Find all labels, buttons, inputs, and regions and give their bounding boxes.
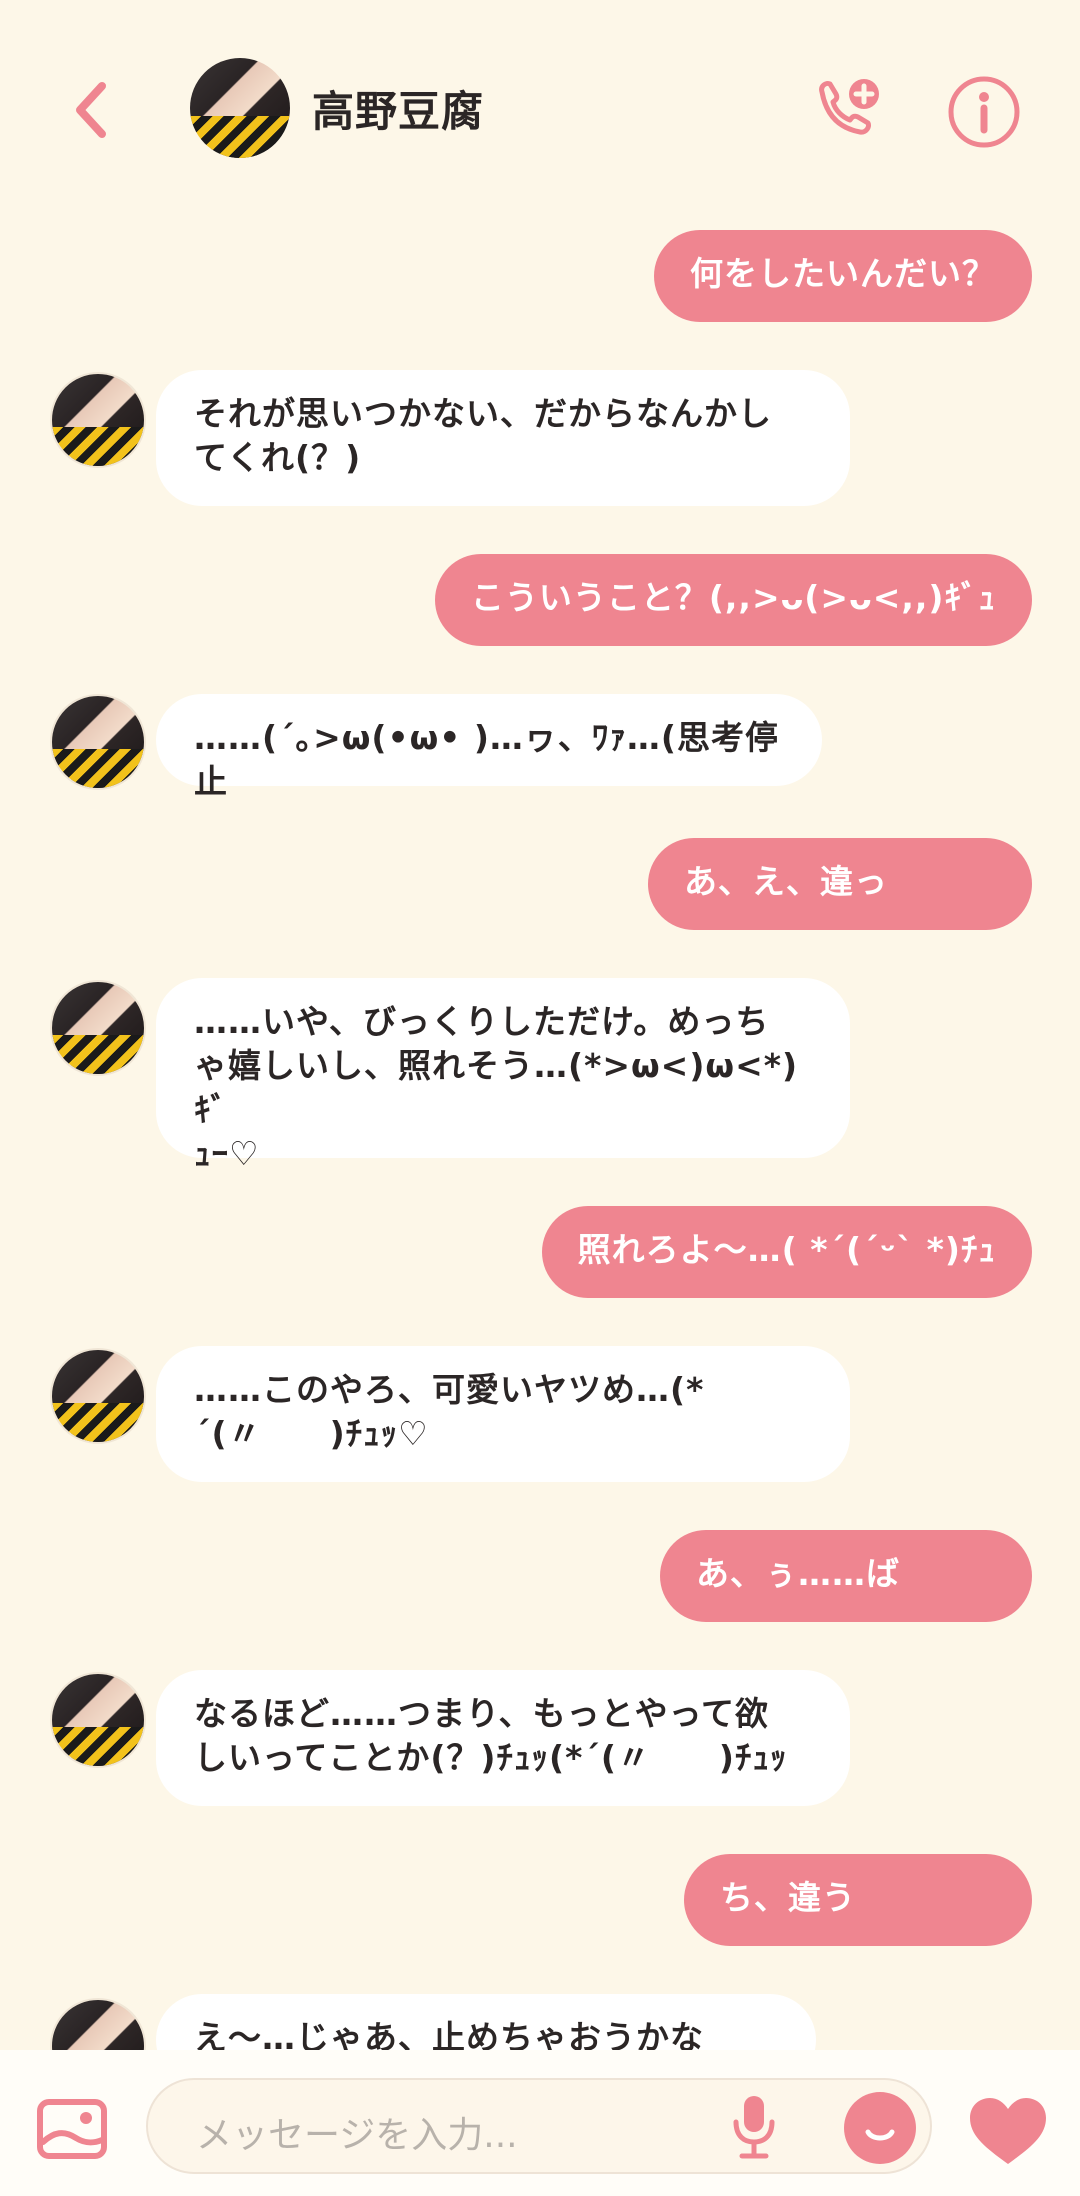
heart-icon[interactable] bbox=[966, 2094, 1050, 2168]
message-bubble-outgoing[interactable]: こういうこと？(,,>ᴗ(>ᴗ<,,)ｷﾞｭ bbox=[434, 554, 1032, 646]
message-bubble-incoming[interactable]: ……いや、びっくりしただけ。めっち ゃ嬉しいし、照れそう…(*>ω<)ω<*)ｷ… bbox=[156, 978, 850, 1173]
microphone-icon[interactable] bbox=[732, 2094, 776, 2160]
message-bubble-incoming[interactable]: ……このやろ、可愛いヤツめ…(* ´(〃 )ﾁｭｯ♡ bbox=[156, 1346, 850, 1482]
contact-avatar[interactable] bbox=[50, 372, 146, 468]
message-bubble-outgoing[interactable]: あ、ぅ……ば bbox=[660, 1530, 1032, 1622]
message-input[interactable]: メッセージを入力... bbox=[146, 2078, 932, 2174]
message-bubble-outgoing[interactable]: 照れろよ〜…( *´(´ᵕ` *)ﾁｭ bbox=[541, 1206, 1032, 1298]
contact-avatar[interactable] bbox=[50, 1998, 146, 2050]
message-bubble-outgoing[interactable]: あ、え、違っ bbox=[648, 838, 1032, 930]
image-icon[interactable] bbox=[36, 2098, 108, 2160]
message-bubble-outgoing[interactable]: ち、違う bbox=[684, 1854, 1032, 1946]
contact-avatar[interactable] bbox=[50, 980, 146, 1076]
message-list[interactable]: 何をしたいんだい？ それが思いつかない、だからなんかし てくれ(？) こういうこ… bbox=[0, 0, 1080, 2050]
message-input-placeholder: メッセージを入力... bbox=[196, 2115, 518, 2156]
message-bubble-incoming[interactable]: え〜…じゃあ、止めちゃおうかな bbox=[156, 1994, 816, 2050]
message-bubble-incoming[interactable]: ……(´｡>ω(•ω• )…ヮ、ﾜｧ…(思考停止 bbox=[156, 694, 822, 801]
message-input-bar: メッセージを入力... bbox=[0, 2050, 1080, 2196]
contact-avatar[interactable] bbox=[50, 1672, 146, 1768]
message-bubble-incoming[interactable]: それが思いつかない、だからなんかし てくれ(？) bbox=[156, 370, 850, 506]
contact-avatar[interactable] bbox=[50, 1348, 146, 1444]
message-bubble-outgoing[interactable]: 何をしたいんだい？ bbox=[654, 230, 1032, 322]
contact-avatar[interactable] bbox=[50, 694, 146, 790]
emoji-icon[interactable] bbox=[844, 2092, 916, 2164]
message-bubble-incoming[interactable]: なるほど……つまり、もっとやって欲 しいってことか(？)ﾁｭｯ(*´(〃 )ﾁｭ… bbox=[156, 1670, 850, 1806]
